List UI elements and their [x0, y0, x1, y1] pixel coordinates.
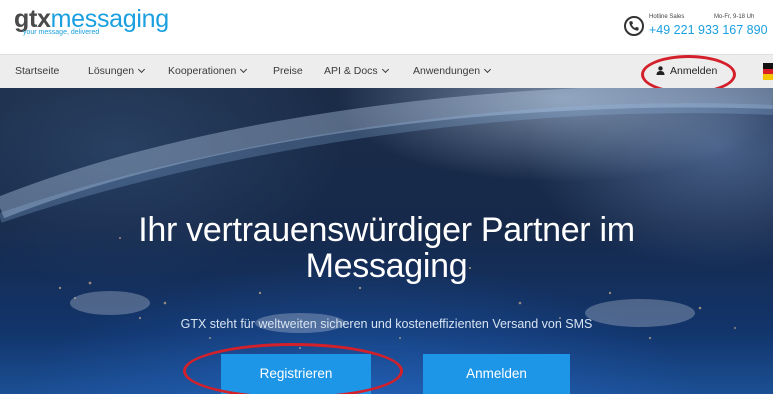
german-flag-icon[interactable]: [763, 63, 773, 80]
nav-login-link[interactable]: Anmelden: [656, 65, 717, 77]
gtx-messaging-logo[interactable]: gtxmessaging your message, delivered: [14, 6, 169, 37]
chevron-down-icon: [381, 65, 389, 74]
nav-item-label: Lösungen: [88, 65, 135, 77]
chevron-down-icon: [240, 65, 248, 74]
nav-login-label: Anmelden: [670, 65, 718, 77]
hotline-phone-number[interactable]: +49 221 933 167 890: [649, 23, 768, 37]
nav-item-label: Preise: [273, 65, 303, 77]
phone-icon: [624, 16, 644, 36]
register-button[interactable]: Registrieren: [221, 354, 371, 394]
nav-item-kooperationen[interactable]: Kooperationen: [168, 65, 248, 77]
hero-title-line-1: Ihr vertrauenswürdiger Partner im: [138, 211, 635, 249]
nav-item-label: Startseite: [15, 65, 60, 77]
hero-title-line-2: Messaging: [305, 247, 468, 285]
hotline-label: Hotline Sales: [649, 14, 685, 20]
nav-item-label: API & Docs: [324, 65, 378, 77]
hero-title: Ihr vertrauenswürdiger Partner im Messag…: [0, 212, 773, 284]
main-navigation: Startseite Lösungen Kooperationen Preise…: [0, 54, 773, 88]
user-icon: [656, 66, 665, 75]
chevron-down-icon: [484, 65, 492, 74]
nav-item-anwendungen[interactable]: Anwendungen: [413, 65, 492, 77]
nav-item-startseite[interactable]: Startseite: [15, 65, 59, 77]
site-header: gtxmessaging your message, delivered Hot…: [0, 0, 773, 54]
nav-item-label: Anwendungen: [413, 65, 481, 77]
hero-banner: Ihr vertrauenswürdiger Partner im Messag…: [0, 88, 773, 394]
hero-login-button[interactable]: Anmelden: [423, 354, 570, 394]
chevron-down-icon: [138, 65, 146, 74]
nav-item-preise[interactable]: Preise: [273, 65, 303, 77]
nav-item-label: Kooperationen: [168, 65, 237, 77]
hero-subtitle: GTX steht für weltweiten sicheren und ko…: [180, 317, 593, 331]
hotline-hours: Mo-Fr, 9-18 Uh: [714, 14, 755, 20]
nav-item-loesungen[interactable]: Lösungen: [88, 65, 146, 77]
nav-item-api-docs[interactable]: API & Docs: [324, 65, 389, 77]
